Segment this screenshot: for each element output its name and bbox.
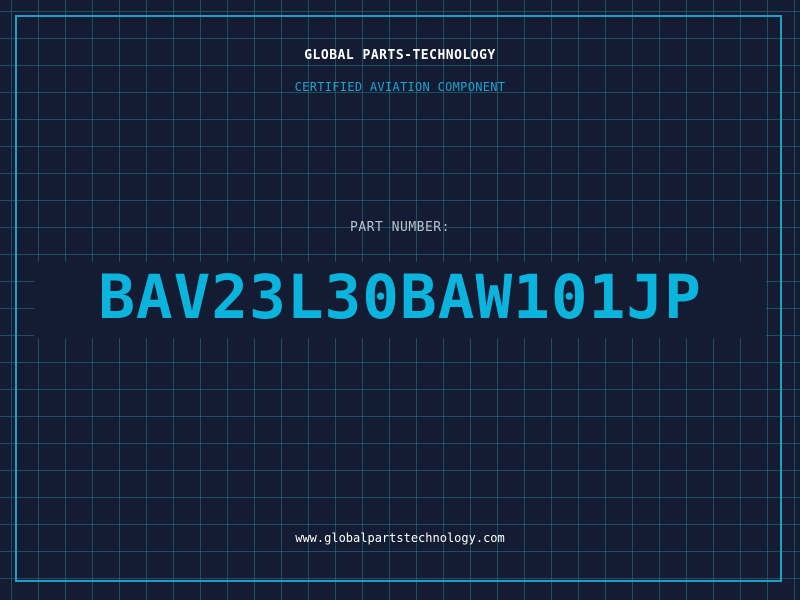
company-name: GLOBAL PARTS-TECHNOLOGY [304,48,496,63]
certification-subtitle: CERTIFIED AVIATION COMPONENT [294,80,506,94]
part-number-label: PART NUMBER: [350,220,450,235]
part-number-value: BAV23L30BAW101JP [98,262,702,333]
website-url: www.globalpartstechnology.com [295,531,505,545]
